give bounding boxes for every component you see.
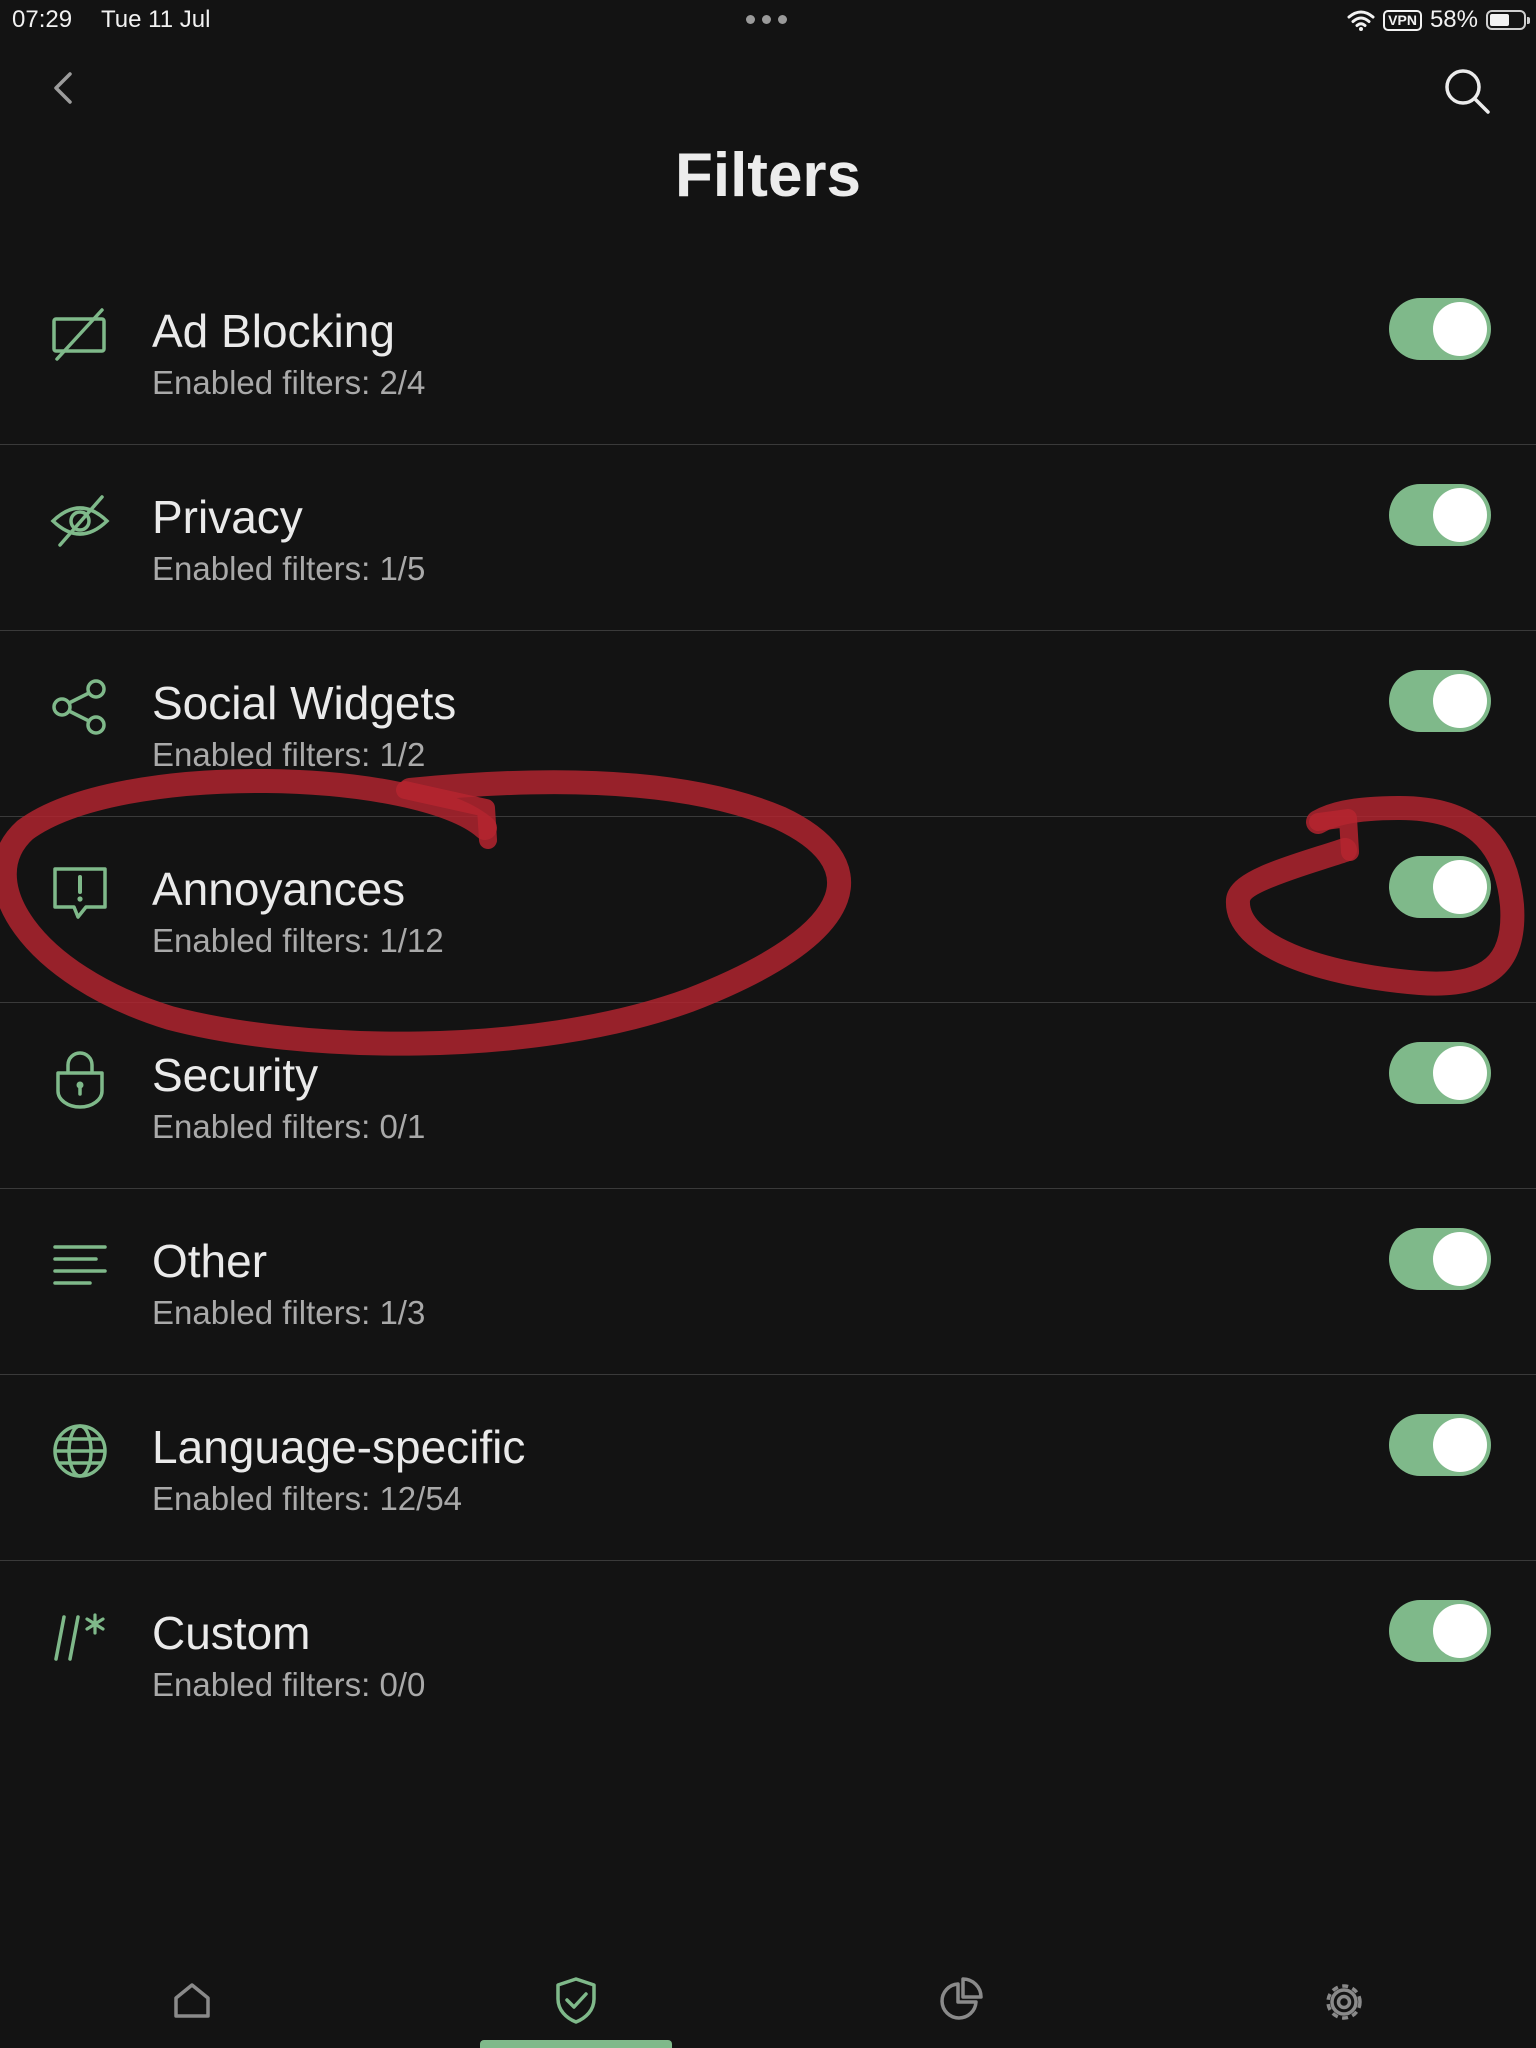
filter-row-ad-blocking[interactable]: Ad Blocking Enabled filters: 2/4 [0,259,1536,445]
filter-title: Language-specific [152,1421,526,1473]
filter-title: Ad Blocking [152,305,395,357]
toggle-privacy[interactable] [1389,484,1491,546]
filter-title: Custom [152,1607,311,1659]
toggle-ad-blocking[interactable] [1389,298,1491,360]
settings-tab[interactable] [1314,1970,1374,2030]
filter-title: Social Widgets [152,677,457,729]
filter-row-privacy[interactable]: Privacy Enabled filters: 1/5 [0,445,1536,631]
custom-rule-icon [54,1613,105,1661]
ad-blocking-icon [52,308,106,361]
battery-percent: 58% [1429,6,1478,33]
filter-row-language-specific[interactable]: Language-specific Enabled filters: 12/54 [0,1375,1536,1561]
battery-icon [1486,10,1530,30]
filter-title: Security [152,1049,319,1101]
filter-title: Other [152,1235,268,1287]
filter-row-security[interactable]: Security Enabled filters: 0/1 [0,1003,1536,1189]
filter-count: Enabled filters: 1/3 [152,1294,426,1331]
toggle-social-widgets[interactable] [1389,670,1491,732]
multitasking-dots-icon[interactable] [746,15,788,25]
toggle-custom[interactable] [1389,1600,1491,1662]
status-bar: 07:29 Tue 11 Jul VPN 58% [0,0,1536,40]
active-tab-indicator [480,2040,672,2048]
pie-chart-icon [940,1977,983,2020]
search-icon [1445,69,1490,114]
gear-icon [1326,1984,1362,2020]
toggle-annoyances[interactable] [1389,856,1491,918]
shield-check-icon [556,1977,596,2024]
filter-count: Enabled filters: 2/4 [152,364,426,401]
status-date: Tue 11 Jul [101,6,211,33]
tab-bar [0,1950,1536,2048]
filter-row-custom[interactable]: Custom Enabled filters: 0/0 [0,1561,1536,1746]
home-icon [174,1983,210,2018]
filter-row-social-widgets[interactable]: Social Widgets Enabled filters: 1/2 [0,631,1536,817]
filter-title: Annoyances [152,863,406,915]
toggle-security[interactable] [1389,1042,1491,1104]
filter-count: Enabled filters: 0/0 [152,1666,426,1703]
vpn-badge: VPN [1383,9,1422,31]
filter-count: Enabled filters: 1/5 [152,550,426,587]
filter-count: Enabled filters: 1/12 [152,922,444,959]
status-time: 07:29 [12,6,73,33]
home-tab[interactable] [162,1970,222,2030]
back-button[interactable] [40,60,84,116]
filter-count: Enabled filters: 12/54 [152,1480,463,1517]
page-title: Filters [674,141,862,210]
search-button[interactable] [1440,64,1496,120]
filter-title: Privacy [152,491,303,543]
share-icon [52,679,106,735]
statistics-tab[interactable] [930,1970,990,2030]
alert-message-icon [53,867,107,919]
filter-list: Ad Blocking Enabled filters: 2/4 Privacy… [0,259,1536,1746]
protection-tab[interactable] [546,1970,606,2030]
lines-icon [53,1245,107,1285]
lock-icon [56,1051,104,1109]
wifi-icon [1347,10,1375,31]
toggle-language-specific[interactable] [1389,1414,1491,1476]
globe-icon [53,1424,107,1478]
filter-count: Enabled filters: 1/2 [152,736,426,773]
eye-slash-icon [50,495,110,547]
filter-count: Enabled filters: 0/1 [152,1108,426,1145]
filter-row-other[interactable]: Other Enabled filters: 1/3 [0,1189,1536,1375]
toggle-other[interactable] [1389,1228,1491,1290]
filter-row-annoyances[interactable]: Annoyances Enabled filters: 1/12 [0,817,1536,1003]
